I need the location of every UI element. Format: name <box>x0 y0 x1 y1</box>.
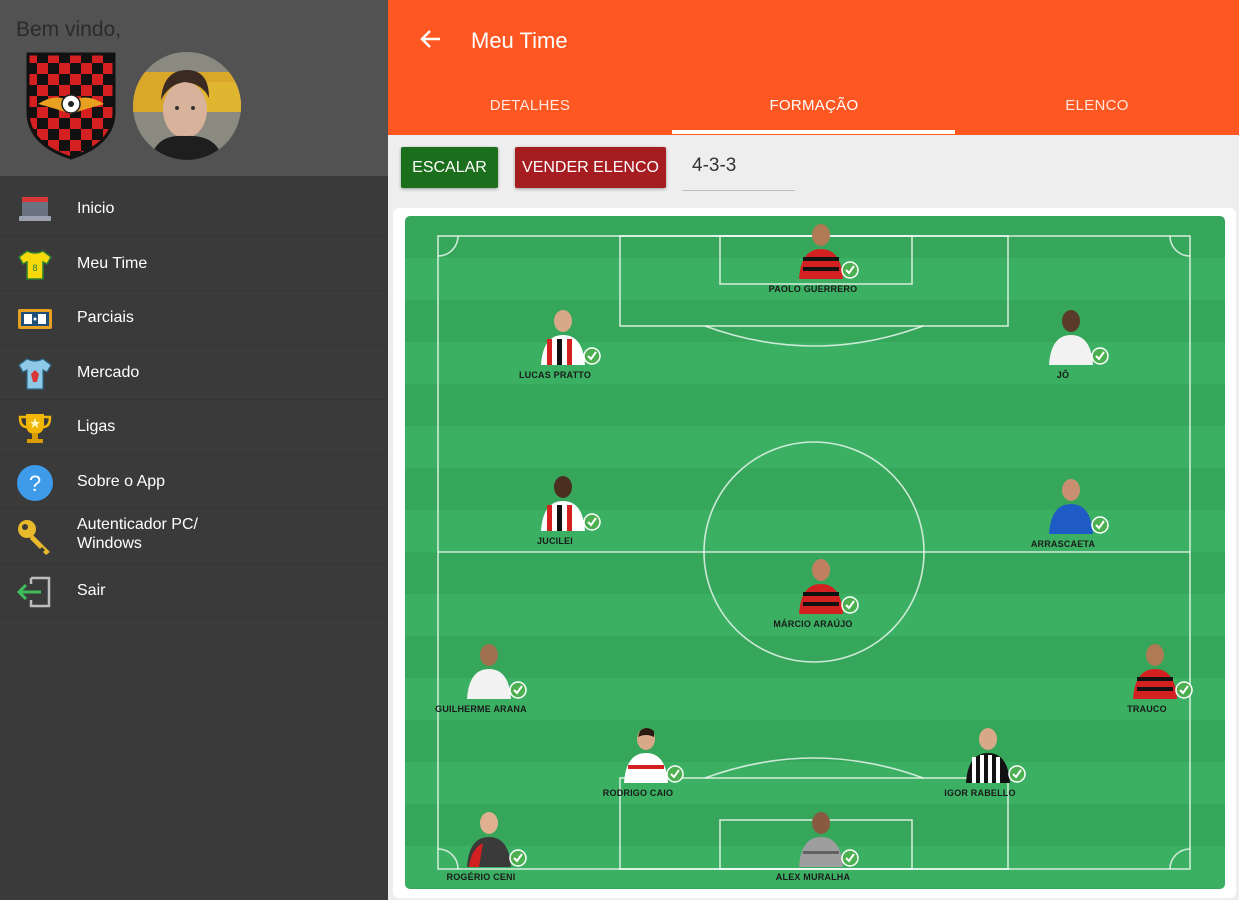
app-bar: Meu Time DETALHES FORMAÇÃO ELENCO <box>388 0 1239 135</box>
menu-item-label: Autenticador PC/ Windows <box>77 516 198 552</box>
player-photo <box>624 728 684 783</box>
escalar-button[interactable]: ESCALAR <box>401 147 498 188</box>
key-icon <box>18 520 50 555</box>
menu-item-label: Ligas <box>77 418 116 435</box>
player-photo <box>467 812 527 867</box>
menu-item-mercado[interactable]: Mercado <box>0 346 388 400</box>
question-icon: ? <box>17 464 53 501</box>
player-name: ROGÉRIO CENI <box>446 872 516 882</box>
player-card[interactable]: JÔ <box>993 307 1133 387</box>
shop-shirt-icon <box>18 357 52 390</box>
player-name: PAOLO GUERRERO <box>768 284 858 294</box>
player-name: TRAUCO <box>1127 704 1167 714</box>
menu-item-ligas[interactable]: Ligas <box>0 400 388 455</box>
tab-indicator <box>672 130 955 134</box>
trophy-icon <box>18 414 52 443</box>
menu-item-sobre-o-app[interactable]: ? Sobre o App <box>0 455 388 509</box>
menu-item-label: Mercado <box>77 363 140 381</box>
player-card[interactable]: RODRIGO CAIO <box>568 725 708 805</box>
page-title: Meu Time <box>471 28 568 53</box>
computer-monitor-icon <box>19 197 51 221</box>
player-name: JUCILEI <box>537 536 573 546</box>
player-name: LUCAS PRATTO <box>518 370 592 380</box>
menu-item-parciais[interactable]: Parciais <box>0 291 388 346</box>
menu-item-autenticador[interactable]: Autenticador PC/ Windows <box>0 509 388 564</box>
shirt-icon: 8 <box>18 249 52 280</box>
player-card[interactable]: TRAUCO <box>1077 641 1217 721</box>
tab-elenco[interactable]: ELENCO <box>955 80 1239 135</box>
player-card[interactable]: MÁRCIO ARAÚJO <box>743 556 883 636</box>
drawer-header: Bem vindo, <box>0 0 388 176</box>
player-photo <box>1049 479 1109 534</box>
player-photo <box>799 224 859 279</box>
player-card[interactable]: GUILHERME ARANA <box>411 641 551 721</box>
scoreboard-icon <box>18 309 52 329</box>
player-name: IGOR RABELLO <box>944 788 1016 798</box>
exit-icon <box>16 576 51 607</box>
player-card[interactable]: IGOR RABELLO <box>910 725 1050 805</box>
player-card[interactable]: LUCAS PRATTO <box>485 307 625 387</box>
menu-item-label: Inicio <box>77 200 115 217</box>
player-photo <box>966 728 1026 783</box>
svg-text:?: ? <box>29 471 41 496</box>
drawer-menu: Inicio 8 Meu Time Parciais Mercado Ligas… <box>0 182 388 618</box>
menu-item-label: Sair <box>77 581 106 599</box>
menu-item-sair[interactable]: Sair <box>0 564 388 618</box>
player-photo <box>541 476 601 531</box>
navigation-drawer: Bem vindo, Inicio 8 Meu Time Parciais Me… <box>0 0 388 900</box>
player-name: RODRIGO CAIO <box>602 788 674 798</box>
formation-toolbar: ESCALAR VENDER ELENCO 4-3-3 <box>388 135 1239 208</box>
player-name: GUILHERME ARANA <box>435 704 527 714</box>
player-photo <box>799 559 859 614</box>
player-card[interactable]: ROGÉRIO CENI <box>411 809 551 889</box>
menu-item-meu-time[interactable]: 8 Meu Time <box>0 237 388 291</box>
svg-text:8: 8 <box>32 263 37 273</box>
club-badge-icon[interactable] <box>26 52 116 160</box>
tab-detalhes[interactable]: DETALHES <box>388 80 672 135</box>
menu-item-label: Sobre o App <box>77 472 166 490</box>
menu-item-inicio[interactable]: Inicio <box>0 182 388 237</box>
player-card[interactable]: ARRASCAETA <box>993 476 1133 556</box>
user-photo <box>133 52 241 160</box>
user-avatar[interactable] <box>133 52 241 160</box>
player-name: ALEX MURALHA <box>775 872 851 882</box>
player-card[interactable]: JUCILEI <box>485 473 625 553</box>
player-card[interactable]: PAOLO GUERRERO <box>743 221 883 301</box>
player-name: JÔ <box>1056 370 1070 380</box>
menu-item-label: Parciais <box>77 309 134 326</box>
player-photo <box>541 310 601 365</box>
soccer-field: PAOLO GUERRERO LUCAS PRATTO JÔ JUCILEI A… <box>405 216 1225 889</box>
player-photo <box>1049 310 1109 365</box>
formation-select[interactable]: 4-3-3 <box>682 145 795 191</box>
player-photo <box>467 644 527 699</box>
menu-item-label: Meu Time <box>77 254 148 272</box>
player-card[interactable]: ALEX MURALHA <box>743 809 883 889</box>
player-photo <box>1133 644 1193 699</box>
player-name: MÁRCIO ARAÚJO <box>773 619 853 629</box>
welcome-text: Bem vindo, <box>16 18 122 41</box>
player-name: ARRASCAETA <box>1030 539 1096 549</box>
player-photo <box>799 812 859 867</box>
back-arrow-icon[interactable] <box>416 24 446 54</box>
vender-elenco-button[interactable]: VENDER ELENCO <box>515 147 666 188</box>
tab-formacao[interactable]: FORMAÇÃO <box>672 80 956 135</box>
